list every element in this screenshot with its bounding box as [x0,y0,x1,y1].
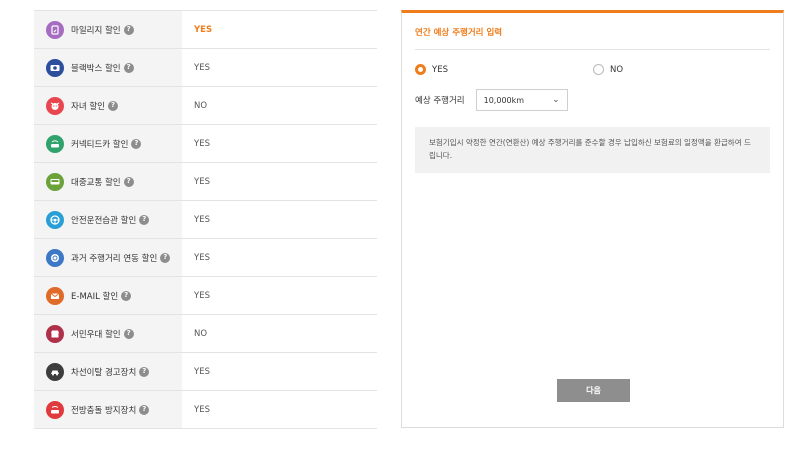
discount-row: 자녀 할인? NO [34,87,377,125]
help-icon[interactable]: ? [131,138,142,149]
distance-row: 예상 주행거리 10,000km ⌄ [415,89,568,111]
bus-icon [46,172,64,191]
discount-value: YES [194,138,210,149]
discount-row: 전방충돌 방지장치? YES [34,391,377,429]
discount-label-cell: 전방충돌 방지장치? [34,391,182,428]
distance-label: 예상 주행거리 [415,96,465,106]
help-icon[interactable]: ? [123,176,134,187]
panel-title: 연간 예상 주행거리 입력 [415,28,503,38]
discount-value: YES [194,404,210,415]
help-icon[interactable]: ? [121,290,132,301]
steering-wheel-icon [46,210,64,229]
discount-label: 블랙박스 할인 [71,63,121,74]
discount-row: 커넥티드카 할인? YES [34,125,377,163]
help-icon[interactable]: ? [139,214,150,225]
help-icon[interactable]: ? [123,328,134,339]
discount-row: 마일리지 할인? YES [34,11,377,49]
discount-label: 안전운전습관 할인 [71,215,137,226]
lane-warning-icon [46,362,64,381]
panel-divider [415,49,770,50]
help-icon[interactable]: ? [123,24,134,35]
radio-checked-icon[interactable] [415,64,426,75]
discount-row: 과거 주행거리 연동 할인? YES [34,239,377,277]
discount-label-cell: 안전운전습관 할인? [34,201,182,238]
next-button[interactable]: 다음 [557,379,630,402]
discount-row: 블랙박스 할인? YES [34,49,377,87]
discount-value: YES [194,214,210,225]
discount-table: 마일리지 할인? YES 블랙박스 할인? YES 자녀 할인? NO 커넥티드카 할인? Y… [34,10,377,429]
connected-car-icon [46,134,64,153]
discount-label-cell: 커넥티드카 할인? [34,125,182,162]
help-icon[interactable]: ? [139,366,150,377]
distance-select-value: 10,000km [483,95,525,105]
yes-radio[interactable]: YES [415,64,448,75]
discount-value: NO [194,328,208,339]
distance-select[interactable]: 10,000km ⌄ [475,89,568,111]
discount-value: YES [194,176,210,187]
discount-label-cell: 서민우대 할인? [34,315,182,352]
discount-label: 과거 주행거리 연동 할인 [71,253,158,264]
mileage-input-panel: 연간 예상 주행거리 입력 YES NO 예상 주행거리 10,000km ⌄ … [401,10,784,428]
shop-icon [46,324,64,343]
discount-label-cell: 자녀 할인? [34,87,182,124]
discount-value: YES [194,366,210,377]
discount-row: 안전운전습관 할인? YES [34,201,377,239]
discount-row: E-MAIL 할인? YES [34,277,377,315]
discount-label: 서민우대 할인 [71,329,121,340]
discount-value: YES [194,290,210,301]
discount-value: YES [194,252,210,263]
collision-icon [46,400,64,419]
discount-label: 자녀 할인 [71,101,105,112]
discount-value: YES [194,24,213,35]
refund-notice: 보험기입시 약정한 연간(연환산) 예상 주행거리를 준수할 경우 납입하신 보… [415,127,770,173]
no-radio-label: NO [610,64,624,75]
blackbox-icon [46,58,64,77]
discount-label-cell: 과거 주행거리 연동 할인? [34,239,182,276]
discount-label-cell: 마일리지 할인? [34,11,182,48]
discount-row: 차선이탈 경고장치? YES [34,353,377,391]
discount-value: YES [194,62,210,73]
discount-label: 마일리지 할인 [71,25,121,36]
discount-label: 대중교통 할인 [71,177,121,188]
discount-value: NO [194,100,208,111]
odometer-icon [46,248,64,267]
discount-label-cell: 차선이탈 경고장치? [34,353,182,390]
email-icon [46,286,64,305]
child-icon [46,96,64,115]
discount-row: 서민우대 할인? NO [34,315,377,353]
discount-row: 대중교통 할인? YES [34,163,377,201]
help-icon[interactable]: ? [107,100,118,111]
discount-label: E-MAIL 할인 [71,291,119,302]
discount-label: 차선이탈 경고장치 [71,367,137,378]
discount-label-cell: E-MAIL 할인? [34,277,182,314]
help-icon[interactable]: ? [139,404,150,415]
discount-label-cell: 블랙박스 할인? [34,49,182,86]
yes-radio-label: YES [432,64,448,75]
no-radio[interactable]: NO [593,64,623,75]
help-icon[interactable]: ? [123,62,134,73]
discount-label-cell: 대중교통 할인? [34,163,182,200]
help-icon[interactable]: ? [160,252,171,263]
discount-label: 커넥티드카 할인 [71,139,129,150]
mileage-icon [46,20,64,39]
chevron-down-icon: ⌄ [552,95,560,105]
radio-unchecked-icon[interactable] [593,64,604,75]
discount-label: 전방충돌 방지장치 [71,405,137,416]
